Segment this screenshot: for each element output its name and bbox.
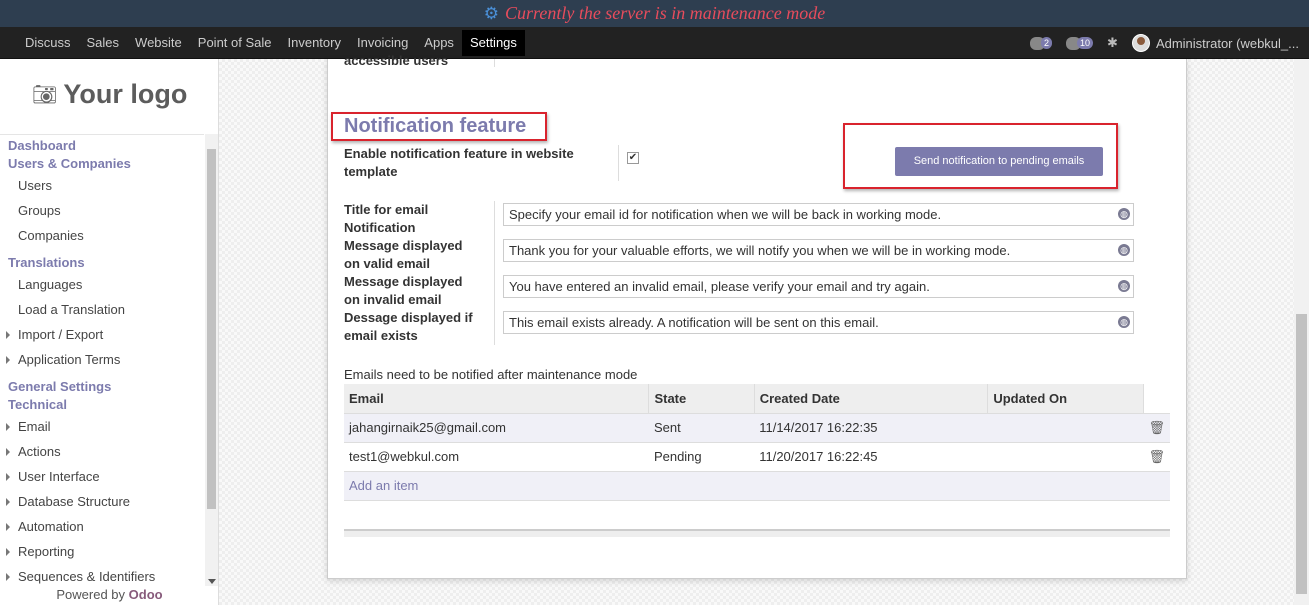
- valid-message-field[interactable]: Thank you for your valuable efforts, we …: [503, 239, 1134, 262]
- translate-globe-icon[interactable]: ◍: [1118, 208, 1130, 220]
- trash-icon[interactable]: 🗑︎: [1143, 412, 1170, 442]
- divider: [494, 201, 495, 345]
- top-navbar: Discuss Sales Website Point of Sale Inve…: [0, 27, 1309, 59]
- menu-discuss[interactable]: Discuss: [17, 30, 79, 56]
- avatar: [1131, 34, 1150, 52]
- messages-badge: 10: [1077, 37, 1094, 49]
- created-cell[interactable]: 11/14/2017 16:22:35: [754, 412, 988, 442]
- add-item-row[interactable]: Add an item: [344, 470, 1170, 501]
- exists-message-label: Dessage displayed if email exists: [344, 310, 473, 343]
- cut-field-label: accessible users: [344, 53, 449, 68]
- sidebar-item-general-settings[interactable]: General Settings: [0, 378, 204, 396]
- column-header-updated[interactable]: Updated On: [987, 384, 1144, 413]
- sidebar-item-reporting[interactable]: Reporting: [0, 539, 204, 564]
- table-caption: Emails need to be notified after mainten…: [344, 367, 638, 382]
- sidebar-item-database-structure[interactable]: Database Structure: [0, 489, 204, 514]
- sidebar-menu: Dashboard Users & Companies Users Groups Com…: [0, 134, 204, 584]
- sidebar-item-load-a-translation[interactable]: Load a Translation: [0, 297, 204, 322]
- sidebar-item-companies[interactable]: Companies: [0, 223, 204, 248]
- sidebar-item-sequences-identifiers[interactable]: Sequences & Identifiers: [0, 564, 204, 584]
- created-cell[interactable]: 11/20/2017 16:22:45: [754, 441, 988, 471]
- table-row[interactable]: test1@webkul.com Pending 11/20/2017 16:2…: [344, 441, 1170, 471]
- sidebar-scrollbar[interactable]: [205, 134, 218, 586]
- state-cell[interactable]: Sent: [648, 412, 755, 442]
- table-row[interactable]: jahangirnaik25@gmail.com Sent 11/14/2017…: [344, 412, 1170, 442]
- column-header-created[interactable]: Created Date: [754, 384, 989, 413]
- sidebar-item-languages[interactable]: Languages: [0, 272, 204, 297]
- powered-by-label: Powered by: [56, 587, 126, 602]
- sidebar-item-users[interactable]: Users: [0, 173, 204, 198]
- sidebar-item-technical[interactable]: Technical: [0, 396, 204, 414]
- valid-message-label: Message displayed on valid email: [344, 238, 463, 271]
- invalid-message-field[interactable]: You have entered an invalid email, pleas…: [503, 275, 1134, 298]
- bug-icon[interactable]: ✱: [1107, 35, 1118, 51]
- updated-cell[interactable]: [987, 412, 1144, 442]
- sidebar: 📷︎ Your logo Dashboard Users & Companies U…: [0, 59, 219, 605]
- camera-icon: 📷︎: [32, 84, 58, 106]
- sidebar-item-translations[interactable]: Translations: [0, 254, 204, 272]
- updated-cell[interactable]: [987, 441, 1144, 471]
- gears-icon: ⚙: [483, 3, 499, 23]
- chat-button[interactable]: 2: [1030, 36, 1053, 50]
- scroll-down-icon[interactable]: [208, 579, 216, 584]
- sidebar-scroll-thumb[interactable]: [207, 149, 216, 509]
- state-cell[interactable]: Pending: [648, 441, 755, 471]
- messages-button[interactable]: 10: [1066, 36, 1094, 50]
- table-footer: [344, 529, 1170, 537]
- title-field[interactable]: Specify your email id for notification w…: [503, 203, 1134, 226]
- emails-table: Email State Created Date Updated On jaha…: [344, 384, 1170, 501]
- email-cell[interactable]: jahangirnaik25@gmail.com: [344, 412, 649, 442]
- add-item-link[interactable]: Add an item: [344, 470, 1170, 501]
- user-name: Administrator (webkul_...: [1155, 35, 1299, 51]
- invalid-message-label: Message displayed on invalid email: [344, 274, 463, 307]
- enable-notification-checkbox[interactable]: ✔: [627, 152, 639, 164]
- translate-globe-icon[interactable]: ◍: [1118, 316, 1130, 328]
- column-header-email[interactable]: Email: [344, 384, 650, 413]
- translate-globe-icon[interactable]: ◍: [1118, 280, 1130, 292]
- app-menu: Discuss Sales Website Point of Sale Inve…: [17, 30, 525, 56]
- menu-website[interactable]: Website: [127, 30, 190, 56]
- sidebar-item-groups[interactable]: Groups: [0, 198, 204, 223]
- logo-text: Your logo: [63, 79, 188, 109]
- user-menu[interactable]: Administrator (webkul_...: [1131, 34, 1299, 52]
- sidebar-item-actions[interactable]: Actions: [0, 439, 204, 464]
- chat-badge: 2: [1041, 37, 1053, 49]
- menu-settings[interactable]: Settings: [461, 30, 525, 56]
- highlight-box-button: [843, 123, 1118, 189]
- trash-icon[interactable]: 🗑︎: [1143, 441, 1170, 471]
- divider: [494, 59, 495, 67]
- enable-notification-label: Enable notification feature in website t…: [344, 146, 574, 179]
- powered-by-brand[interactable]: Odoo: [129, 587, 163, 602]
- translate-globe-icon[interactable]: ◍: [1118, 244, 1130, 256]
- maintenance-message: Currently the server is in maintenance m…: [504, 3, 826, 23]
- sidebar-item-user-interface[interactable]: User Interface: [0, 464, 204, 489]
- powered-by: Powered by Odoo: [0, 587, 219, 602]
- sidebar-item-import-export[interactable]: Import / Export: [0, 322, 204, 347]
- maintenance-banner: ⚙ Currently the server is in maintenance…: [0, 0, 1309, 27]
- column-header-state[interactable]: State: [648, 384, 755, 413]
- form-sheet: accessible users Notification feature En…: [327, 53, 1187, 579]
- sidebar-item-application-terms[interactable]: Application Terms: [0, 347, 204, 372]
- email-cell[interactable]: test1@webkul.com: [344, 441, 649, 471]
- main-scroll-thumb[interactable]: [1296, 314, 1307, 594]
- highlight-box-title: [331, 112, 547, 141]
- menu-point-of-sale[interactable]: Point of Sale: [190, 30, 280, 56]
- title-label: Title for email Notification: [344, 202, 429, 235]
- menu-sales[interactable]: Sales: [79, 30, 128, 56]
- column-header-actions: [1143, 384, 1170, 413]
- sidebar-item-automation[interactable]: Automation: [0, 514, 204, 539]
- divider: [618, 145, 619, 181]
- sidebar-item-dashboard[interactable]: Dashboard: [0, 137, 204, 155]
- main-scrollbar[interactable]: [1294, 59, 1309, 605]
- company-logo[interactable]: 📷︎ Your logo: [32, 79, 187, 110]
- exists-message-field[interactable]: This email exists already. A notificatio…: [503, 311, 1134, 334]
- menu-inventory[interactable]: Inventory: [280, 30, 349, 56]
- sidebar-item-users-companies[interactable]: Users & Companies: [0, 155, 204, 173]
- sidebar-item-email[interactable]: Email: [0, 414, 204, 439]
